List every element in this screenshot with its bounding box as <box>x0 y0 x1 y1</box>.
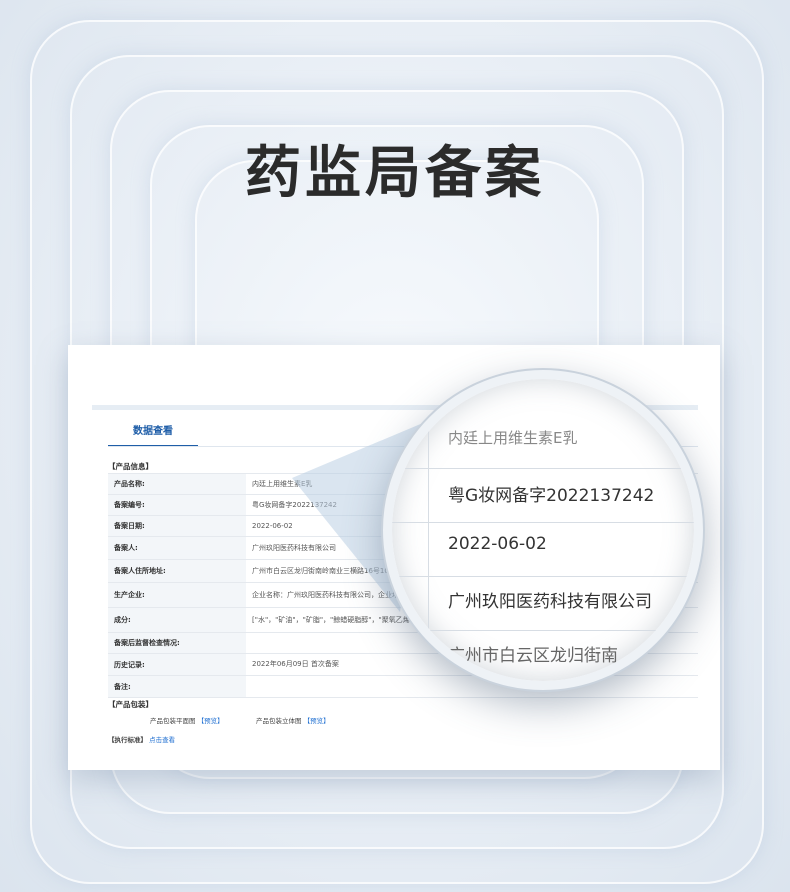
section-packaging: 【产品包装】 <box>108 700 153 709</box>
lens-text-product-name: 内廷上用维生素E乳 <box>448 429 578 447</box>
packaging-solid-label: 产品包装立体图 <box>256 717 302 725</box>
row-label: 备案人: <box>108 537 246 559</box>
row-label: 备案日期: <box>108 516 246 536</box>
row-label: 备案后监督检查情况: <box>108 633 246 653</box>
row-label: 生产企业: <box>108 583 246 607</box>
row-label: 历史记录: <box>108 654 246 675</box>
lens-text-record-date: 2022-06-02 <box>448 534 547 554</box>
row-label: 成分: <box>108 608 246 632</box>
standard-title: 【执行标准】 <box>108 736 147 744</box>
standard-view-link[interactable]: 点击查看 <box>149 736 175 744</box>
tab-data-view[interactable]: 数据查看 <box>108 421 198 447</box>
row-label: 产品名称: <box>108 474 246 494</box>
row-value <box>246 676 698 697</box>
row-label: 备注: <box>108 676 246 697</box>
row-label: 备案编号: <box>108 495 246 515</box>
magnifier-lens: 内廷上用维生素E乳 粤G妆网备字2022137242 2022-06-02 广州… <box>383 370 703 690</box>
page-headline: 药监局备案 <box>245 141 545 206</box>
section-product-info: 【产品信息】 <box>108 462 153 471</box>
lens-text-registrant: 广州玖阳医药科技有限公司 <box>448 592 652 612</box>
packaging-flat-label: 产品包装平面图 <box>150 717 196 725</box>
lens-text-address: 广州市白云区龙归街南 <box>448 646 618 666</box>
packaging-flat: 产品包装平面图 【预览】 <box>150 715 224 725</box>
section-standard: 【执行标准】 点击查看 <box>108 734 175 744</box>
row-label: 备案人住所地址: <box>108 560 246 582</box>
table-row: 备注: <box>108 676 698 698</box>
packaging-solid: 产品包装立体图 【预览】 <box>256 715 330 725</box>
lens-text-record-number: 粤G妆网备字2022137242 <box>448 486 655 506</box>
packaging-solid-preview-link[interactable]: 【预览】 <box>304 717 330 725</box>
packaging-flat-preview-link[interactable]: 【预览】 <box>198 717 224 725</box>
